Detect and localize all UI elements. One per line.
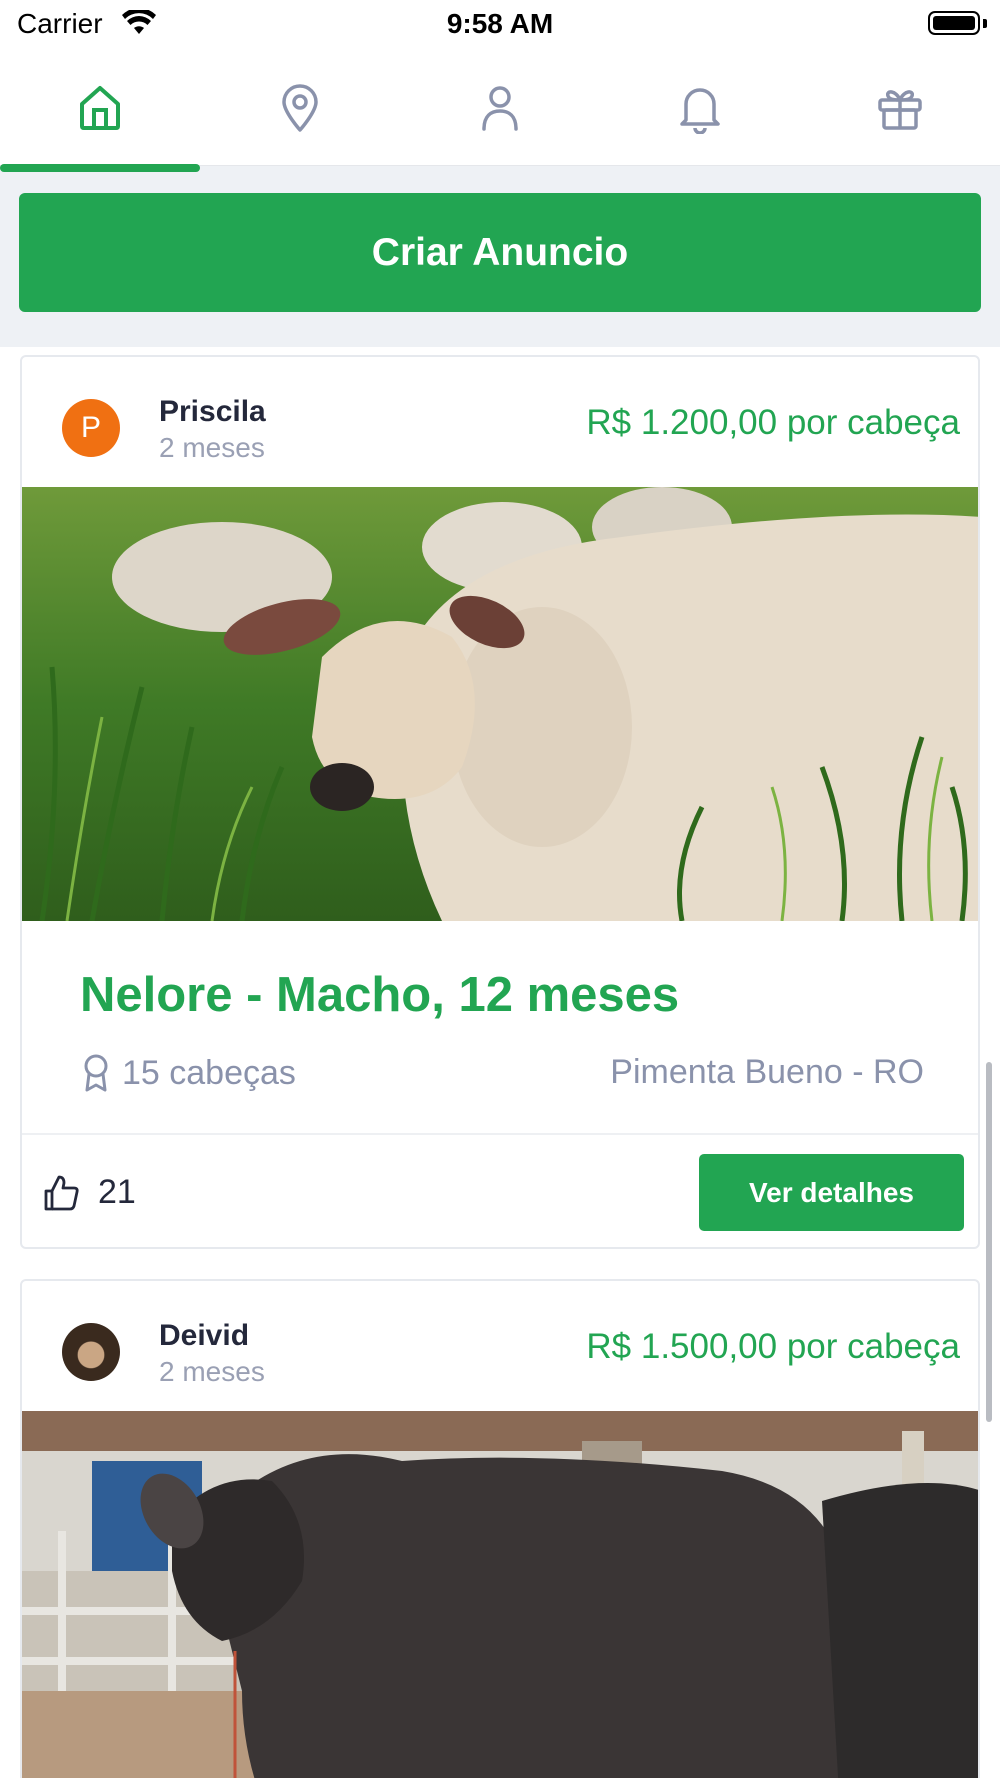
create-ad-button[interactable]: Criar Anuncio xyxy=(19,193,981,312)
avatar[interactable] xyxy=(62,1323,120,1381)
like-count: 21 xyxy=(98,1173,136,1211)
battery-icon xyxy=(928,11,980,35)
price-label: R$ 1.500,00 por cabeça xyxy=(586,1327,960,1366)
author-name: Deivid xyxy=(159,1319,250,1352)
bell-icon xyxy=(680,87,720,134)
battery-cap xyxy=(983,19,987,28)
thumbs-up-icon xyxy=(44,1175,79,1210)
tab-notifications[interactable] xyxy=(600,50,800,165)
heads-count: 15 cabeças xyxy=(80,1053,296,1093)
ad-card: Deivid 2 meses R$ 1.500,00 por cabeça xyxy=(20,1279,980,1778)
price-label: R$ 1.200,00 por cabeça xyxy=(586,403,960,442)
gift-icon xyxy=(878,89,922,130)
status-bar: Carrier 9:58 AM xyxy=(0,0,1000,50)
clock: 9:58 AM xyxy=(446,8,554,39)
home-icon xyxy=(80,85,120,130)
ad-card: P Priscila 2 meses R$ 1.200,00 por cabeç… xyxy=(20,355,980,1249)
cattle-photo[interactable] xyxy=(22,1411,978,1778)
feed[interactable]: P Priscila 2 meses R$ 1.200,00 por cabeç… xyxy=(0,347,1000,1778)
like-button[interactable]: 21 xyxy=(42,1173,136,1212)
active-tab-indicator xyxy=(0,164,200,172)
tab-home[interactable] xyxy=(0,50,200,165)
author-name: Priscila xyxy=(159,395,266,428)
view-details-button[interactable]: Ver detalhes xyxy=(699,1154,964,1231)
post-time: 2 meses xyxy=(159,1356,265,1387)
heads-label: 15 cabeças xyxy=(122,1053,296,1092)
avatar[interactable]: P xyxy=(62,399,120,457)
user-icon xyxy=(482,85,518,131)
tab-bar xyxy=(0,50,1000,166)
card-header: Deivid 2 meses R$ 1.500,00 por cabeça xyxy=(22,1281,978,1411)
card-footer: 21 Ver detalhes xyxy=(22,1133,978,1247)
map-pin-icon xyxy=(282,83,318,132)
tab-gifts[interactable] xyxy=(800,50,1000,165)
cattle-photo[interactable] xyxy=(22,487,978,921)
post-time: 2 meses xyxy=(159,432,265,463)
location-label: Pimenta Bueno - RO xyxy=(610,1053,924,1091)
tab-location[interactable] xyxy=(200,50,400,165)
card-header: P Priscila 2 meses R$ 1.200,00 por cabeç… xyxy=(22,357,978,487)
tab-profile[interactable] xyxy=(400,50,600,165)
scrollbar[interactable] xyxy=(986,1062,992,1422)
award-icon xyxy=(84,1054,108,1092)
ad-title[interactable]: Nelore - Macho, 12 meses xyxy=(80,967,679,1023)
avatar-initial: P xyxy=(80,411,101,444)
